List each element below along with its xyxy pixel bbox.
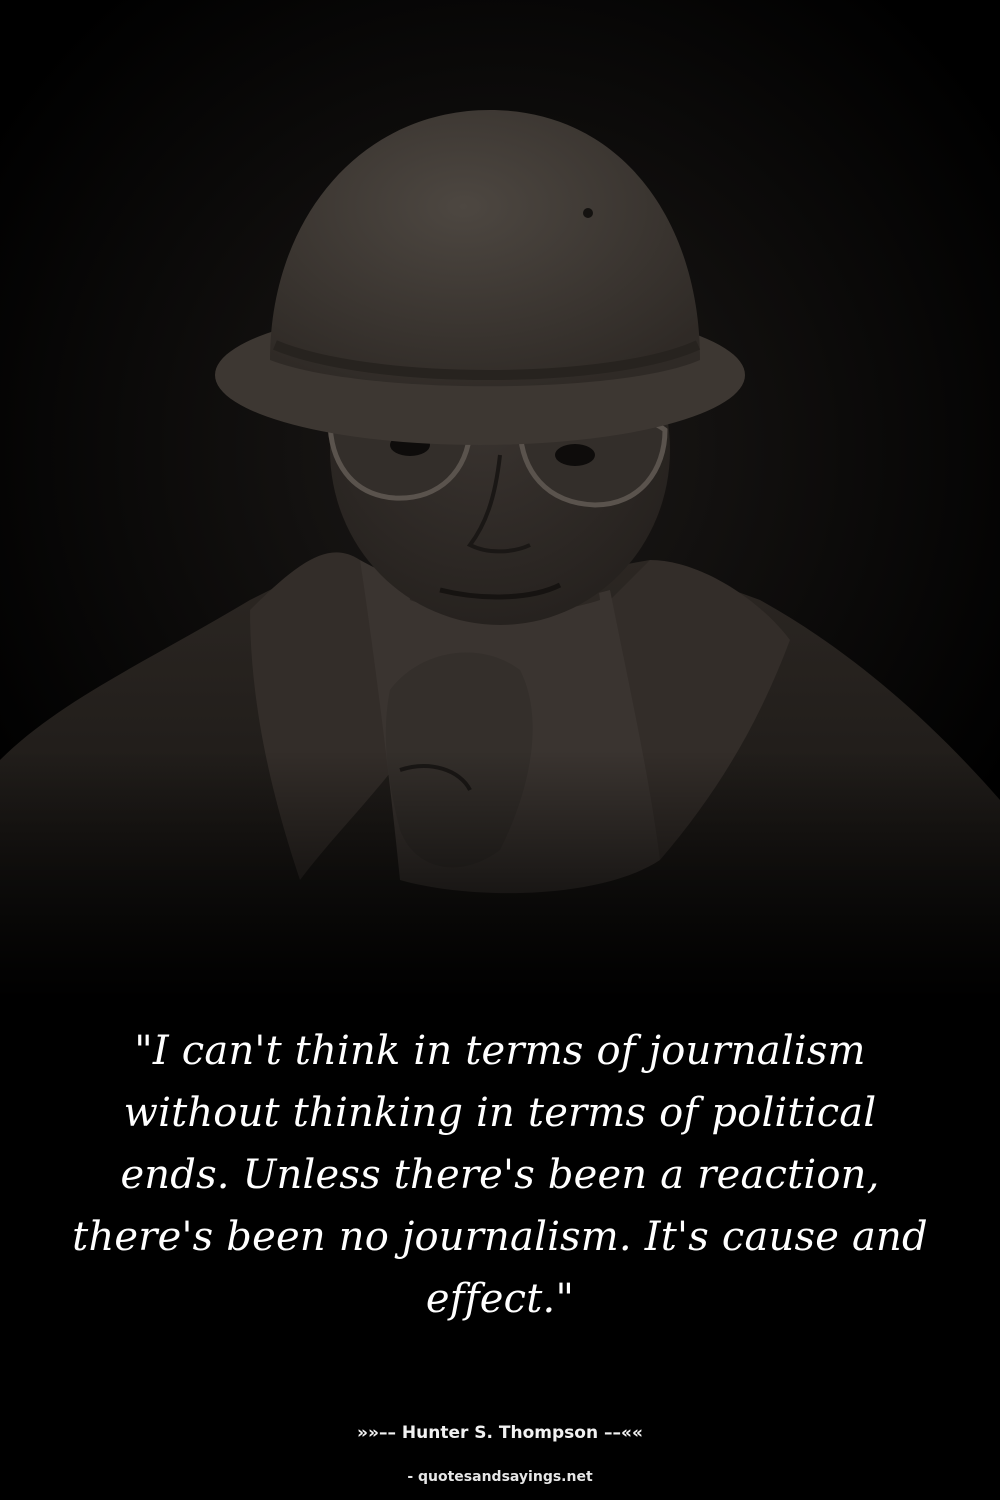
quote-poster: "I can't think in terms of journalism wi… <box>0 0 1000 1500</box>
photo-fade <box>0 0 1000 1000</box>
attribution-suffix: ––«« <box>598 1423 643 1443</box>
portrait-photo <box>0 0 1000 1000</box>
source-watermark: - quotesandsayings.net <box>407 1469 593 1485</box>
quote-text: "I can't think in terms of journalism wi… <box>72 1028 928 1322</box>
author-name: Hunter S. Thompson <box>401 1423 599 1443</box>
author-attribution: »»–– Hunter S. Thompson ––«« <box>0 1419 1000 1447</box>
attribution-prefix: »»–– <box>357 1423 402 1443</box>
